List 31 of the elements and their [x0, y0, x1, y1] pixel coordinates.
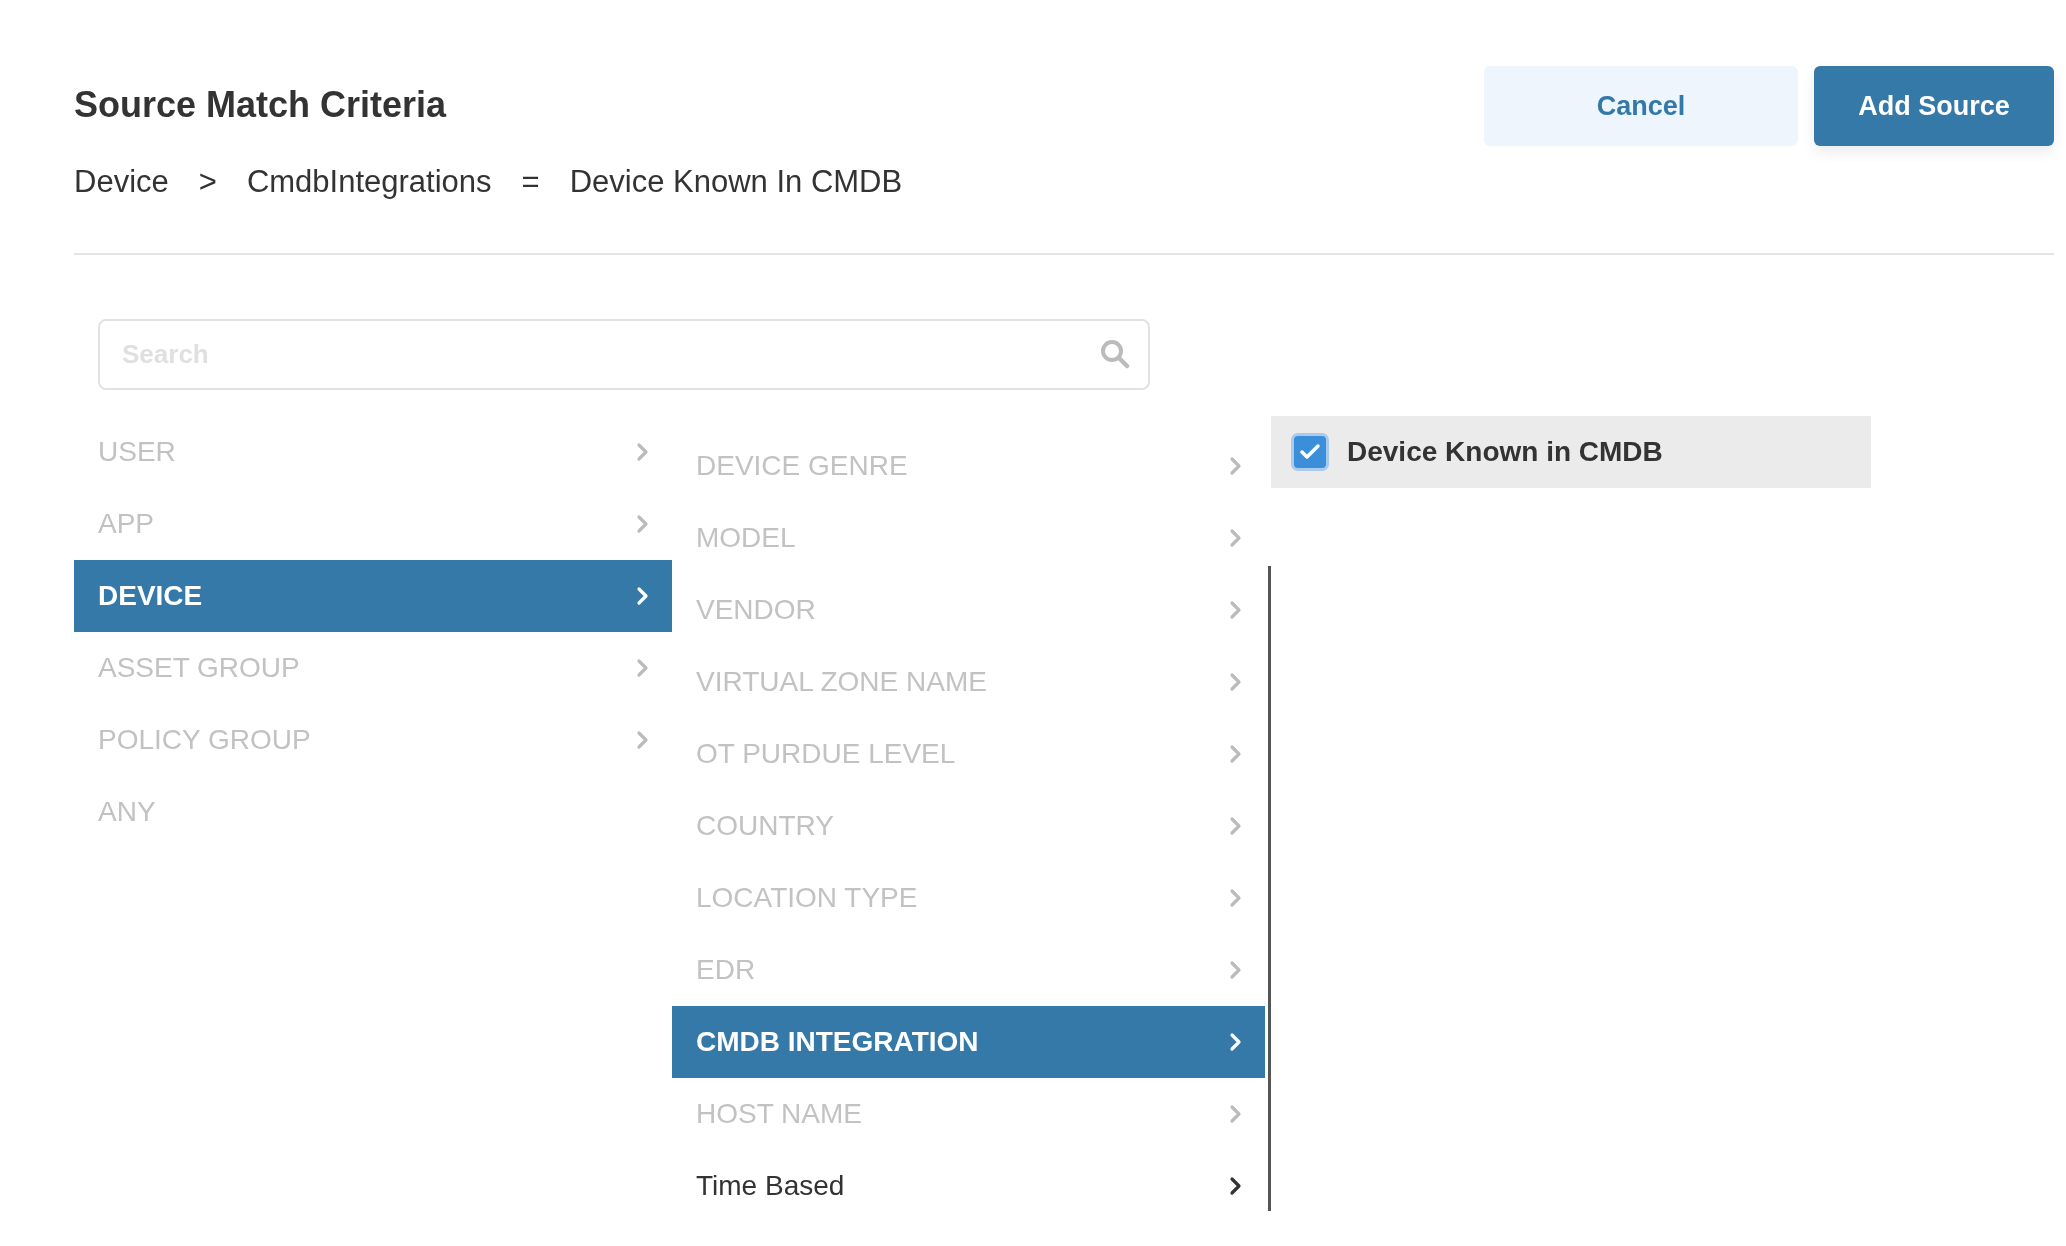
- breadcrumb-item: CmdbIntegrations: [246, 162, 492, 201]
- chevron-icon: [1229, 1176, 1243, 1197]
- category-item[interactable]: DEVICE: [74, 560, 672, 633]
- breadcrumb-item: Device: [74, 162, 169, 201]
- value-option[interactable]: Device Known in CMDB: [1271, 416, 1871, 489]
- breadcrumb-separator: >: [198, 162, 217, 201]
- chevron-icon: [1229, 744, 1243, 765]
- chevron-icon: [636, 586, 650, 607]
- chevron-icon: [1229, 1104, 1243, 1125]
- page-title: Source Match Criteria: [74, 83, 448, 127]
- chevron-icon: [1229, 600, 1243, 621]
- chevron-icon: [636, 658, 650, 679]
- add-button[interactable]: Add Source: [1814, 66, 2054, 146]
- chevron-icon: [636, 514, 650, 535]
- cancel-button[interactable]: Cancel: [1484, 66, 1798, 146]
- chevron-icon: [1229, 456, 1243, 477]
- breadcrumb-separator: =: [521, 162, 540, 201]
- chevron-icon: [1229, 816, 1243, 837]
- chevron-icon: [1229, 960, 1243, 981]
- attribute-item[interactable]: Time Based: [672, 1150, 1265, 1223]
- chevron-icon: [1229, 528, 1243, 549]
- checkbox[interactable]: [1291, 433, 1329, 472]
- check-icon: [1299, 443, 1321, 462]
- search-icon: [1100, 339, 1130, 370]
- breadcrumb-item: Device Known In CMDB: [569, 162, 903, 201]
- chevron-icon: [636, 730, 650, 751]
- chevron-icon: [1229, 1032, 1243, 1053]
- attribute-item[interactable]: CMDB INTEGRATION: [672, 1006, 1265, 1079]
- chevron-icon: [1229, 888, 1243, 909]
- chevron-icon: [636, 442, 650, 463]
- chevron-icon: [1229, 672, 1243, 693]
